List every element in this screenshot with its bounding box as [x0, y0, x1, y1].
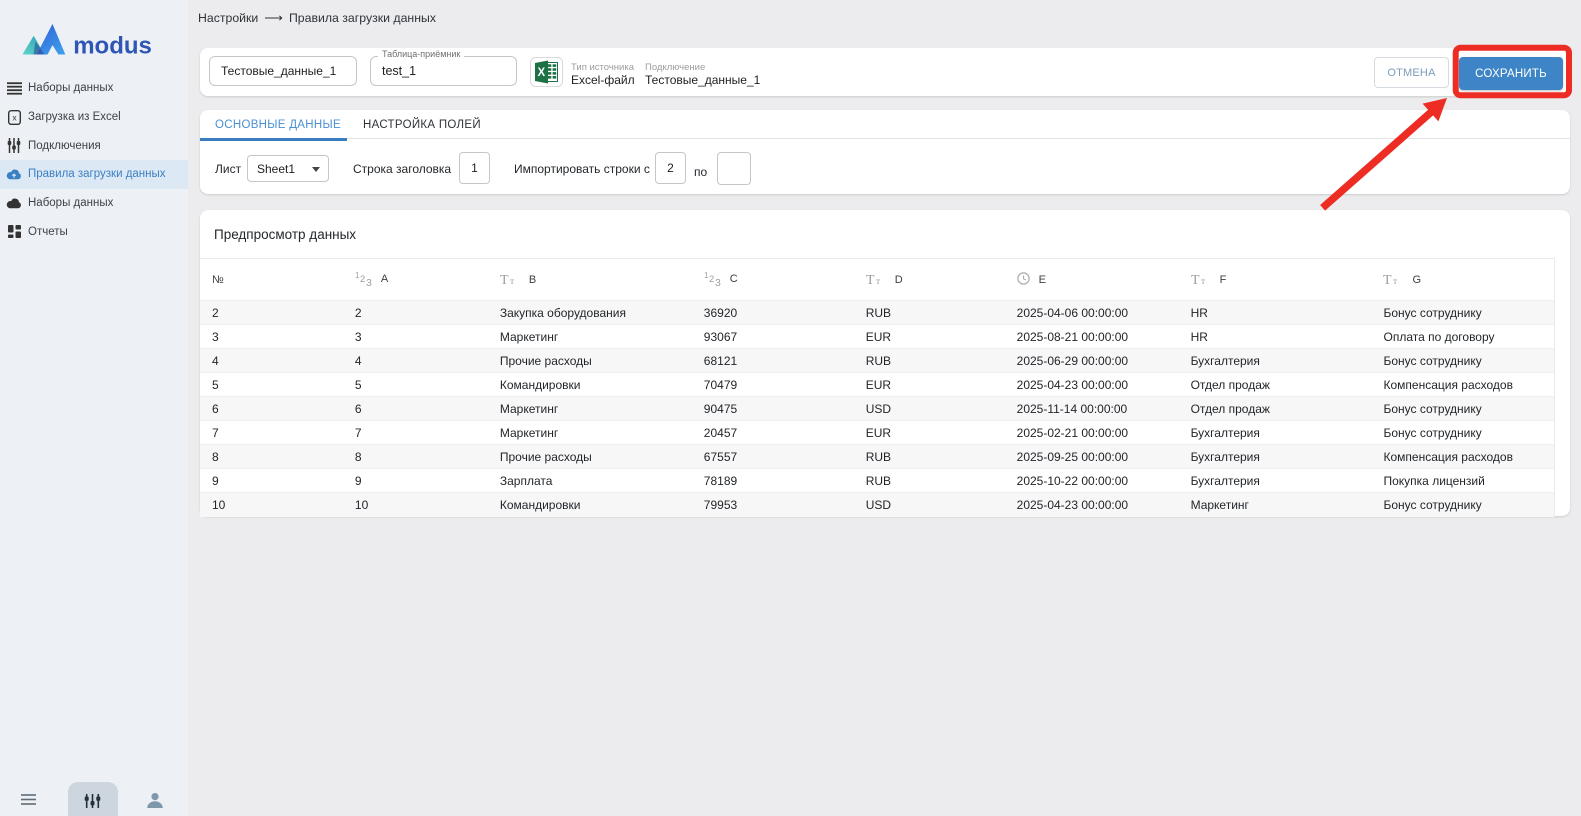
svg-text:т: т — [510, 277, 515, 285]
svg-text:T: T — [1383, 273, 1392, 285]
svg-text:3: 3 — [715, 277, 721, 287]
svg-text:x: x — [12, 112, 17, 122]
svg-text:T: T — [1191, 273, 1200, 285]
svg-text:T: T — [866, 273, 875, 285]
svg-text:X: X — [537, 67, 545, 79]
svg-text:2: 2 — [360, 274, 365, 285]
svg-text:т: т — [1201, 277, 1206, 285]
svg-text:т: т — [876, 277, 881, 285]
svg-text:т: т — [1393, 277, 1398, 285]
svg-text:modus: modus — [73, 33, 152, 59]
svg-text:2: 2 — [709, 274, 714, 285]
svg-text:3: 3 — [366, 277, 372, 287]
svg-text:T: T — [500, 273, 509, 285]
